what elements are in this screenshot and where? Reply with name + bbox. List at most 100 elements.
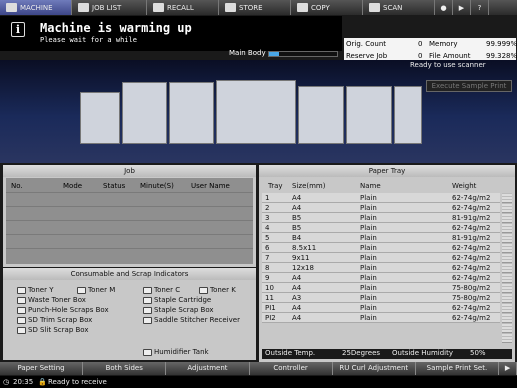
tray-size: B5 [292,223,302,232]
tab-store[interactable]: STORE [219,0,291,15]
tray-col-size: Size(mm) [292,182,326,190]
toner-m: Toner M [77,286,115,294]
help-button[interactable]: ? [471,0,489,15]
consumables-title: Consumable and Scrap Indicators [3,268,256,280]
arrow-right-icon: ▶ [504,364,511,372]
message-subtitle: Please wait for a while [40,36,137,44]
tray-row[interactable]: 11 A3 Plain 75-80g/m2 [262,293,500,303]
tray-weight: 62-74g/m2 [452,303,491,312]
tray-name: Plain [360,293,377,302]
tray-row[interactable]: 2 A4 Plain 62-74g/m2 [262,203,500,213]
tray-size: 12x18 [292,263,314,272]
job-row[interactable] [6,192,253,193]
tray-row[interactable]: 3 B5 Plain 81-91g/m2 [262,213,500,223]
controller-button[interactable]: Controller [249,362,333,375]
tray-weight: 81-91g/m2 [452,233,491,242]
toner-y: Toner Y [17,286,54,294]
tray-weight: 75-80g/m2 [452,293,491,302]
tab-machine[interactable]: MACHINE [0,0,72,15]
tray-size: A4 [292,193,302,202]
tab-job-list[interactable]: JOB LIST [72,0,147,15]
tray-row[interactable]: 5 B4 Plain 81-91g/m2 [262,233,500,243]
tray-weight: 62-74g/m2 [452,243,491,252]
ru-curl-adjustment-button[interactable]: RU Curl Adjustment [332,362,416,375]
staple-icon [143,296,152,304]
next-button[interactable]: ▶ [499,362,517,375]
tab-recall[interactable]: RECALL [147,0,219,15]
outside-temp-label: Outside Temp. [265,349,316,357]
tab-copy[interactable]: COPY [291,0,363,15]
memory-value: 99.999% [486,40,517,48]
job-col-user: User Name [191,182,230,190]
machine-unit [122,82,167,144]
toner-icon [77,286,86,294]
globe-button[interactable]: ● [435,0,453,15]
tray-name: Plain [360,263,377,272]
tray-row[interactable]: 1 A4 Plain 62-74g/m2 [262,193,500,203]
main-body-label: Main Body [229,49,266,57]
tray-id: 1 [265,193,270,202]
job-row[interactable] [6,220,253,221]
info-icon: i [11,22,25,37]
tray-weight: 62-74g/m2 [452,313,491,322]
job-row[interactable] [6,206,253,207]
machine-unit [216,80,296,144]
job-title: Job [3,165,256,177]
tray-id: 6 [265,243,270,252]
paper-setting-button[interactable]: Paper Setting [0,362,84,375]
help-icon: ? [477,3,482,12]
tray-name: Plain [360,213,377,222]
outside-conditions: Outside Temp. 25Degrees Outside Humidity… [262,349,512,359]
tray-id: 3 [265,213,270,222]
job-row[interactable] [6,248,253,249]
tray-row[interactable]: 4 B5 Plain 62-74g/m2 [262,223,500,233]
tray-name: Plain [360,253,377,262]
printer-icon [6,3,17,12]
tray-weight: 62-74g/m2 [452,223,491,232]
tray-row[interactable]: PI1 A4 Plain 62-74g/m2 [262,303,500,313]
tray-row[interactable]: 9 A4 Plain 62-74g/m2 [262,273,500,283]
tray-id: 8 [265,263,270,272]
tray-row[interactable]: 8 12x18 Plain 62-74g/m2 [262,263,500,273]
humidifier-tank: Humidifier Tank [143,348,209,356]
tray-weight: 62-74g/m2 [452,263,491,272]
outside-humidity-label: Outside Humidity [392,349,453,357]
clock-icon: ◷ [3,378,10,386]
tray-name: Plain [360,223,377,232]
waste-toner-icon [17,296,26,304]
job-row[interactable] [6,234,253,235]
machine-unit [346,86,392,144]
tray-size: A4 [292,283,302,292]
tray-row[interactable]: 7 9x11 Plain 62-74g/m2 [262,253,500,263]
machine-unit [298,86,344,144]
tray-name: Plain [360,193,377,202]
punch-hole-scraps-box: Punch-Hole Scraps Box [17,306,109,314]
tab-scan[interactable]: SCAN [363,0,435,15]
paper-tray-title: Paper Tray [259,165,515,177]
tray-scrollbar[interactable] [502,193,512,350]
punch-icon [17,306,26,314]
tray-row[interactable]: 10 A4 Plain 75-80g/m2 [262,283,500,293]
volume-button[interactable]: ▶ [453,0,471,15]
machine-unit [80,92,120,144]
machine-illustration [0,60,517,163]
bottom-toolbar: Paper Setting Both Sides Adjustment Cont… [0,362,517,375]
tray-name: Plain [360,283,377,292]
speaker-icon: ▶ [458,3,465,12]
job-panel: Job No. Mode Status Minute(S) User Name [3,165,256,267]
message-box: i Machine is warming up Please wait for … [0,16,342,51]
tray-id: 11 [265,293,274,302]
staple-scrap-box: Staple Scrap Box [143,306,214,314]
tray-row[interactable]: PI2 A4 Plain 62-74g/m2 [262,313,500,323]
tray-row[interactable]: 6 8.5x11 Plain 62-74g/m2 [262,243,500,253]
scanner-status: Ready to use scanner [410,61,486,69]
both-sides-button[interactable]: Both Sides [83,362,167,375]
sample-print-set-button[interactable]: Sample Print Set. [415,362,500,375]
execute-sample-print-button[interactable]: Execute Sample Print [426,80,512,92]
humidifier-icon [143,348,152,356]
job-col-mode: Mode [63,182,83,190]
tray-id: 10 [265,283,274,292]
tray-size: A4 [292,303,302,312]
waste-toner-box: Waste Toner Box [17,296,86,304]
adjustment-button[interactable]: Adjustment [166,362,250,375]
